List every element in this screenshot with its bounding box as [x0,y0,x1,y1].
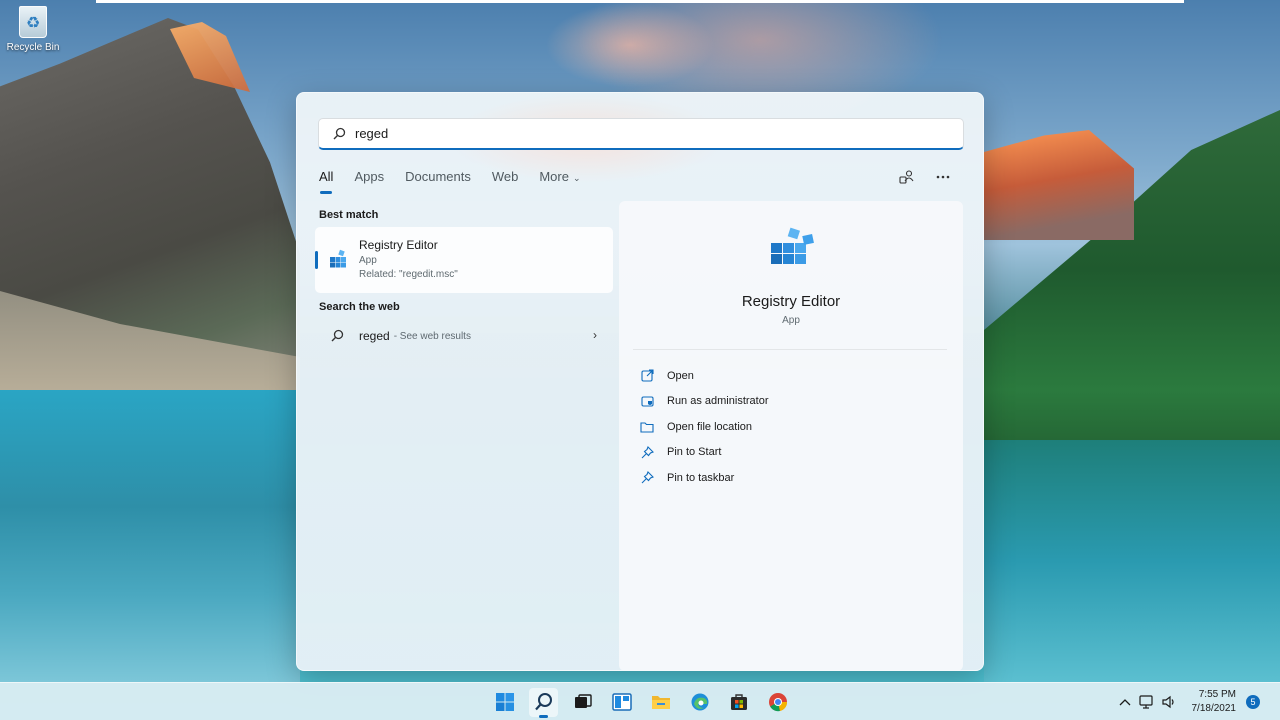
top-edge-strip [96,0,1184,3]
result-related: Related: "regedit.msc" [359,269,458,280]
shield-admin-icon [639,393,655,409]
wallpaper-lake-right [984,440,1280,682]
best-match-heading: Best match [319,209,379,221]
tab-documents[interactable]: Documents [405,169,471,191]
clock[interactable]: 7:55 PM 7/18/2021 [1192,688,1237,716]
action-pin-to-start[interactable]: Pin to Start [639,440,769,466]
chevron-up-icon[interactable] [1116,693,1134,711]
recycle-bin-shortcut[interactable]: Recycle Bin [4,6,62,53]
action-open-file-location[interactable]: Open file location [639,414,769,440]
search-icon[interactable] [529,687,558,718]
share-account-icon[interactable] [897,167,917,187]
pin-icon [639,444,655,460]
registry-editor-icon [767,225,819,273]
clock-time: 7:55 PM [1198,689,1236,700]
search-web-heading: Search the web [319,301,400,313]
web-results-hint: - See web results [393,330,471,342]
more-options-icon[interactable] [933,167,953,187]
edge-icon[interactable] [685,688,714,717]
action-open[interactable]: Open [639,363,769,389]
network-icon[interactable] [1138,693,1156,711]
chevron-right-icon: › [593,328,597,342]
action-pin-to-taskbar[interactable]: Pin to taskbar [639,465,769,491]
taskbar-apps [490,683,792,720]
web-search-result[interactable]: reged - See web results › [319,321,607,351]
volume-icon[interactable] [1160,693,1178,711]
detail-type: App [782,315,800,326]
clock-date: 7/18/2021 [1191,703,1237,714]
widgets-icon[interactable] [607,688,636,717]
search-icon [331,329,345,343]
selection-indicator [315,251,318,269]
tab-all[interactable]: All [319,169,333,194]
chevron-down-icon: ⌄ [572,173,581,183]
tab-more[interactable]: More ⌄ [539,169,580,191]
action-run-as-admin-label: Run as administrator [667,395,769,408]
search-box[interactable] [318,118,964,150]
system-tray: 7:55 PM 7/18/2021 5 [1114,683,1280,720]
registry-editor-icon [328,249,350,271]
wallpaper-lake-left [0,390,300,682]
result-type: App [359,255,377,266]
search-toolbar [897,167,953,187]
search-input[interactable] [355,126,935,141]
notification-badge[interactable]: 5 [1246,695,1260,709]
store-icon[interactable] [724,688,753,717]
tab-web[interactable]: Web [492,169,519,191]
recycle-bin-label: Recycle Bin [6,42,60,53]
start-icon[interactable] [490,688,519,717]
action-pin-to-taskbar-label: Pin to taskbar [667,471,735,484]
tab-more-label: More [539,169,569,184]
search-icon [333,127,347,141]
action-list: Open Run as administrator Open file loca… [639,363,769,491]
result-detail-pane: Registry Editor App Open Run as administ… [619,201,963,671]
recycle-bin-icon [19,6,47,38]
action-open-file-location-label: Open file location [667,420,752,433]
search-filter-tabs: All Apps Documents Web More ⌄ [319,169,602,194]
search-panel: All Apps Documents Web More⌄ Best match … [296,92,984,671]
tab-apps[interactable]: Apps [354,169,384,191]
file-explorer-icon[interactable] [646,688,675,717]
best-match-result[interactable]: Registry Editor App Related: "regedit.ms… [315,227,613,293]
divider [633,349,947,350]
action-pin-to-start-label: Pin to Start [667,446,722,459]
task-view-icon[interactable] [568,688,597,717]
action-open-label: Open [667,369,694,382]
open-external-icon [639,368,655,384]
wallpaper-mountain-right [984,130,1134,240]
taskbar: 7:55 PM 7/18/2021 5 [0,682,1280,720]
detail-title: Registry Editor [741,293,841,310]
result-title: Registry Editor [359,238,438,252]
web-query-text: reged [359,329,390,343]
pin-icon [639,470,655,486]
folder-icon [639,419,655,435]
action-run-as-admin[interactable]: Run as administrator [639,389,769,415]
chrome-icon[interactable] [763,688,792,717]
